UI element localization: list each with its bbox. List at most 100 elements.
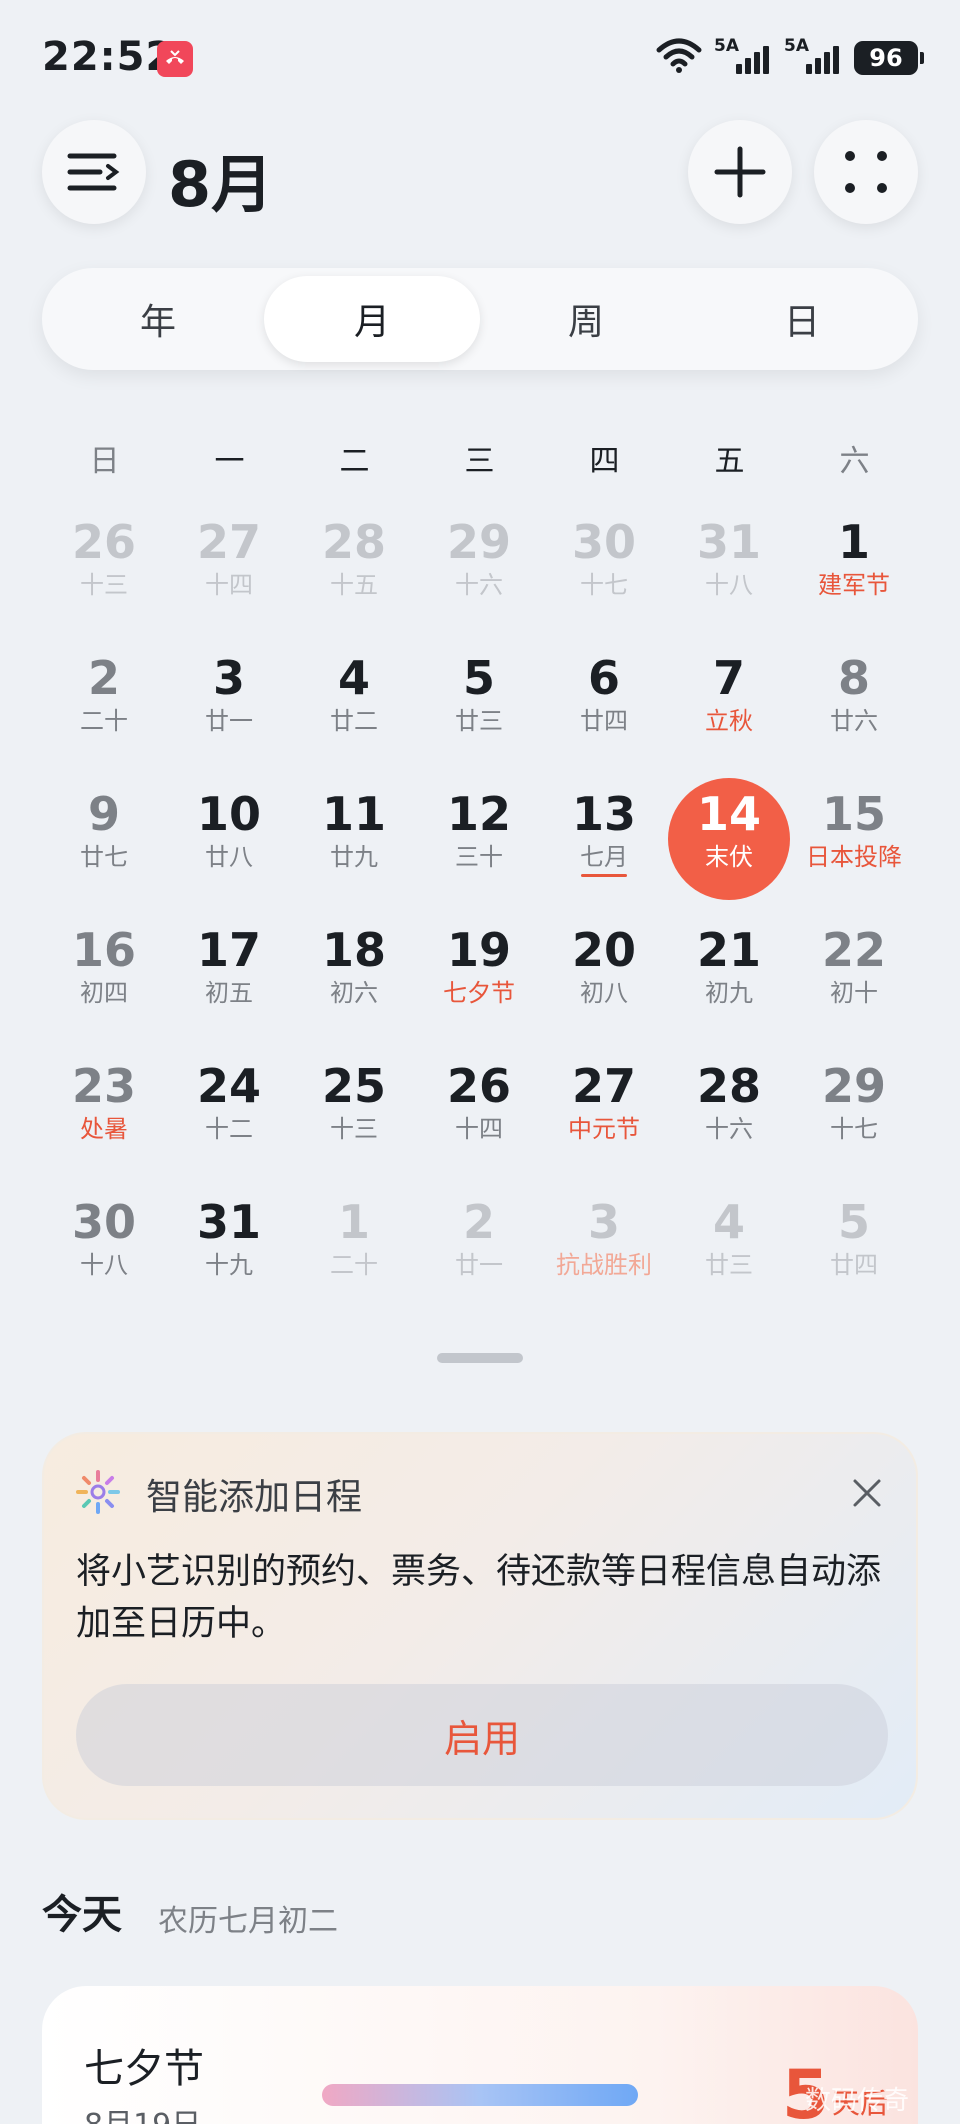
calendar-day[interactable]: 4 廿二 (292, 636, 416, 764)
calendar-day[interactable]: 2 二十 (42, 636, 166, 764)
tab-month[interactable]: 月 (264, 276, 480, 362)
page-title: 8月 (168, 148, 274, 221)
calendar-day-today[interactable]: 14 末伏 (667, 772, 791, 900)
calendar-day[interactable]: 15 日本投降 (792, 772, 916, 900)
day-number: 15 (821, 787, 886, 841)
day-number: 18 (321, 923, 386, 977)
calendar-day[interactable]: 6 廿四 (542, 636, 666, 764)
day-number: 5 (462, 651, 495, 705)
lunar-date: 廿四 (830, 1251, 878, 1279)
tab-week[interactable]: 周 (478, 276, 694, 362)
day-number: 29 (821, 1059, 886, 1113)
calendar-day[interactable]: 5 廿四 (792, 1180, 916, 1308)
day-number: 22 (821, 923, 886, 977)
tab-year[interactable]: 年 (50, 276, 266, 362)
lunar-date: 十九 (205, 1251, 253, 1279)
more-button[interactable] (814, 120, 918, 224)
close-icon[interactable] (852, 1478, 882, 1512)
day-number: 1 (837, 515, 870, 569)
lunar-date: 廿三 (455, 707, 503, 735)
day-number: 31 (196, 1195, 261, 1249)
calendar-day[interactable]: 3 廿一 (167, 636, 291, 764)
calendar-day[interactable]: 28 十五 (292, 500, 416, 628)
lunar-date: 十八 (705, 571, 753, 599)
calendar-day[interactable]: 5 廿三 (417, 636, 541, 764)
calendar-day[interactable]: 20 初八 (542, 908, 666, 1036)
calendar-day[interactable]: 13 七月 (542, 772, 666, 900)
day-number: 26 (446, 1059, 511, 1113)
weekday-thu: 四 (589, 444, 620, 479)
calendar-day[interactable]: 4 廿三 (667, 1180, 791, 1308)
lunar-date: 二十 (330, 1251, 378, 1279)
festival-countdown-card[interactable]: 七夕节 8月19日 5 天后 (42, 1986, 918, 2124)
day-number: 30 (71, 1195, 136, 1249)
calendar-day[interactable]: 25 十三 (292, 1044, 416, 1172)
day-number: 3 (212, 651, 245, 705)
day-number: 5 (837, 1195, 870, 1249)
calendar-day[interactable]: 19 七夕节 (417, 908, 541, 1036)
calendar-day[interactable]: 8 廿六 (792, 636, 916, 764)
menu-button[interactable] (42, 120, 146, 224)
lunar-date: 十五 (330, 571, 378, 599)
calendar-day[interactable]: 26 十三 (42, 500, 166, 628)
add-event-button[interactable] (688, 120, 792, 224)
calendar-day[interactable]: 17 初五 (167, 908, 291, 1036)
calendar-day[interactable]: 18 初六 (292, 908, 416, 1036)
festival-label: 立秋 (705, 707, 753, 735)
calendar-day[interactable]: 12 三十 (417, 772, 541, 900)
calendar-day[interactable]: 21 初九 (667, 908, 791, 1036)
day-number: 13 (571, 787, 636, 841)
calendar-day[interactable]: 31 十八 (667, 500, 791, 628)
calendar-day[interactable]: 23 处暑 (42, 1044, 166, 1172)
calendar-day[interactable]: 27 十四 (167, 500, 291, 628)
day-number: 24 (196, 1059, 261, 1113)
calendar-day[interactable]: 7 立秋 (667, 636, 791, 764)
lunar-date: 廿三 (705, 1251, 753, 1279)
calendar-day[interactable]: 28 十六 (667, 1044, 791, 1172)
lunar-date: 初十 (830, 979, 878, 1007)
festival-label: 七夕节 (443, 979, 515, 1007)
calendar-day[interactable]: 26 十四 (417, 1044, 541, 1172)
calendar-day[interactable]: 31 十九 (167, 1180, 291, 1308)
status-bar: 22:52 5A 5A 96 (0, 0, 960, 118)
lunar-date: 十七 (580, 571, 628, 599)
plus-icon (714, 146, 766, 198)
lunar-date: 廿一 (455, 1251, 503, 1279)
calendar-day[interactable]: 24 十二 (167, 1044, 291, 1172)
calendar-day[interactable]: 27 中元节 (542, 1044, 666, 1172)
cellular-signal-2-icon: 5A (784, 36, 842, 78)
weekday-fri: 五 (714, 444, 745, 479)
calendar-day[interactable]: 11 廿九 (292, 772, 416, 900)
enable-button[interactable]: 启用 (76, 1684, 888, 1786)
day-number: 26 (71, 515, 136, 569)
calendar-day[interactable]: 22 初十 (792, 908, 916, 1036)
calendar-day[interactable]: 16 初四 (42, 908, 166, 1036)
tab-day[interactable]: 日 (694, 276, 910, 362)
calendar-day[interactable]: 2 廿一 (417, 1180, 541, 1308)
calendar-day[interactable]: 3 抗战胜利 (542, 1180, 666, 1308)
lunar-date: 七月 (580, 843, 628, 871)
festival-label: 处暑 (80, 1115, 128, 1143)
calendar-day[interactable]: 9 廿七 (42, 772, 166, 900)
day-number: 20 (571, 923, 636, 977)
calendar-day[interactable]: 1 建军节 (792, 500, 916, 628)
more-dots-icon (845, 151, 887, 193)
lunar-date: 十六 (455, 571, 503, 599)
calendar-day[interactable]: 10 廿八 (167, 772, 291, 900)
lunar-date: 十七 (830, 1115, 878, 1143)
calendar-day[interactable]: 30 十七 (542, 500, 666, 628)
drag-handle[interactable] (437, 1353, 523, 1363)
weekday-tue: 二 (339, 444, 370, 479)
lunar-date: 初九 (705, 979, 753, 1007)
lunar-date: 三十 (455, 843, 503, 871)
cellular-signal-1-icon: 5A (714, 36, 772, 78)
calendar-day[interactable]: 29 十七 (792, 1044, 916, 1172)
lunar-date: 廿六 (830, 707, 878, 735)
calendar-day[interactable]: 30 十八 (42, 1180, 166, 1308)
smart-card-description: 将小艺识别的预约、票务、待还款等日程信息自动添加至日历中。 (76, 1552, 882, 1644)
calendar-day[interactable]: 29 十六 (417, 500, 541, 628)
calendar-day[interactable]: 1 二十 (292, 1180, 416, 1308)
day-number: 27 (196, 515, 261, 569)
day-number: 17 (196, 923, 261, 977)
day-number: 30 (571, 515, 636, 569)
